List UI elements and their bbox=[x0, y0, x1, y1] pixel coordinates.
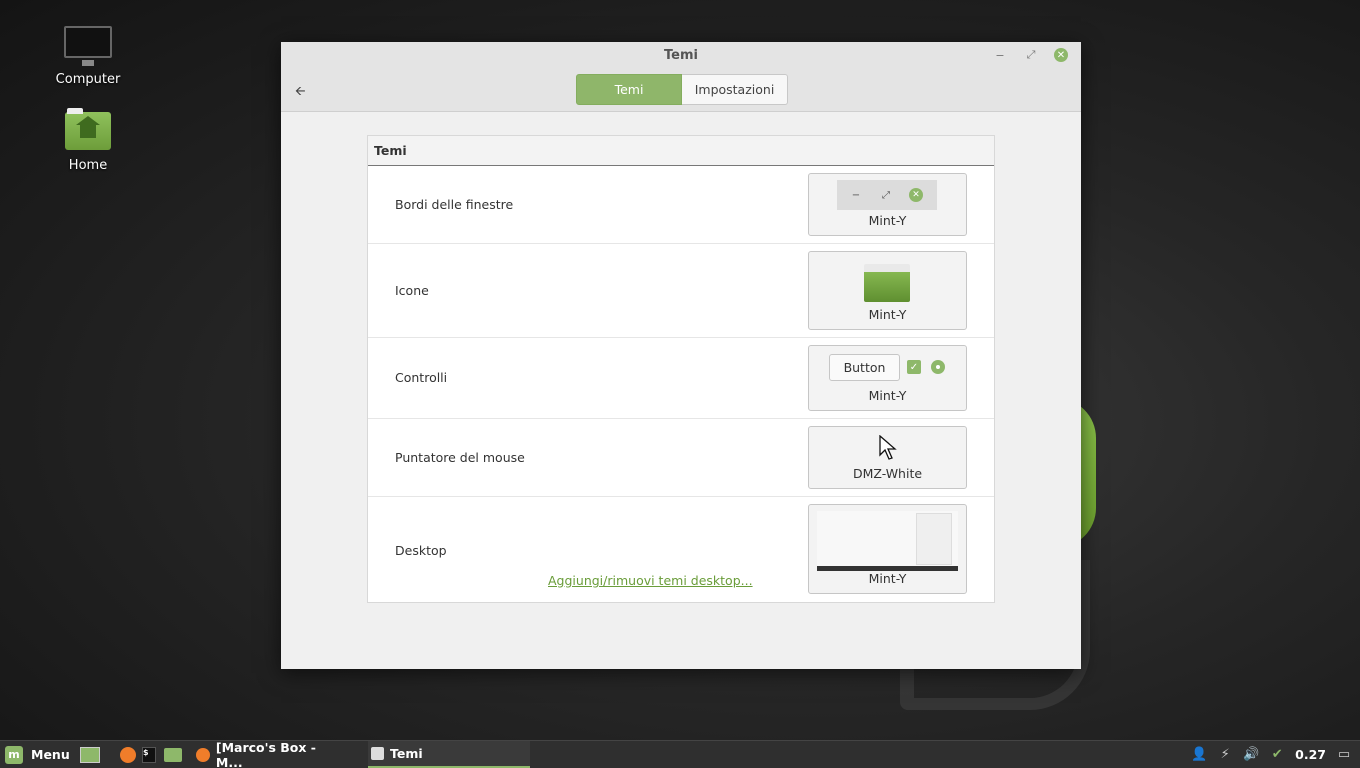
firefox-icon bbox=[196, 747, 210, 762]
row-label: Icone bbox=[395, 283, 429, 298]
theme-name: Mint-Y bbox=[868, 571, 907, 586]
row-mouse-pointer: Puntatore del mouse DMZ-White bbox=[368, 419, 994, 497]
network-icon[interactable]: ⚡ bbox=[1217, 747, 1233, 763]
maximize-icon: ⤢ bbox=[882, 189, 890, 201]
theme-name: Mint-Y bbox=[868, 307, 907, 322]
mouse-pointer-icon bbox=[879, 435, 897, 460]
checkbox-icon: ✓ bbox=[907, 360, 921, 374]
close-icon: ✕ bbox=[909, 188, 923, 202]
desktop-icon-home[interactable]: Home bbox=[38, 108, 138, 173]
calendar-preview bbox=[916, 513, 952, 565]
add-remove-desktop-themes-link[interactable]: Aggiungi/rimuovi temi desktop... bbox=[548, 573, 753, 588]
settings-icon bbox=[371, 747, 384, 760]
update-manager-icon[interactable]: ✔ bbox=[1269, 747, 1285, 763]
cursor-theme-button[interactable]: DMZ-White bbox=[808, 426, 967, 489]
desktop-preview-image bbox=[817, 511, 958, 571]
menu-label: Menu bbox=[31, 747, 70, 762]
window-button-label: Temi bbox=[390, 746, 423, 761]
show-desktop-button[interactable] bbox=[80, 741, 100, 768]
window-borders-preview: − ⤢ ✕ bbox=[837, 180, 937, 210]
tab-bar: Temi Impostazioni bbox=[576, 74, 788, 105]
folder-icon bbox=[164, 747, 182, 762]
tab-impostazioni[interactable]: Impostazioni bbox=[682, 74, 788, 105]
show-desktop-icon bbox=[80, 746, 100, 763]
system-tray: 👤 ⚡ 🔊 ✔ 0.27 ▭ bbox=[1191, 741, 1352, 768]
close-button[interactable]: ✕ bbox=[1054, 48, 1068, 62]
row-desktop: Desktop Aggiungi/rimuovi temi desktop...… bbox=[368, 497, 994, 602]
back-arrow-icon[interactable]: 🡨 bbox=[295, 82, 306, 104]
clock[interactable]: 0.27 bbox=[1295, 747, 1326, 762]
radio-icon bbox=[931, 360, 945, 374]
desktop-theme-button[interactable]: Mint-Y bbox=[808, 504, 967, 594]
row-label: Controlli bbox=[395, 370, 448, 385]
notifications-icon[interactable]: ▭ bbox=[1336, 747, 1352, 763]
minimize-button[interactable]: − bbox=[993, 48, 1007, 62]
taskbar: m Menu $ [Marco's Box - M... Temi 👤 ⚡ 🔊 … bbox=[0, 740, 1360, 768]
row-controls: Controlli Button ✓ Mint-Y bbox=[368, 338, 994, 419]
window-title: Temi bbox=[664, 48, 698, 63]
row-window-borders: Bordi delle finestre − ⤢ ✕ Mint-Y bbox=[368, 166, 994, 244]
panel-heading: Temi bbox=[368, 136, 994, 166]
terminal-icon: $ bbox=[142, 746, 156, 763]
home-folder-icon bbox=[65, 108, 111, 150]
row-label: Bordi delle finestre bbox=[395, 197, 514, 212]
user-icon[interactable]: 👤 bbox=[1191, 747, 1207, 763]
window-button-temi[interactable]: Temi bbox=[368, 741, 530, 768]
themes-panel: Temi Bordi delle finestre − ⤢ ✕ Mint-Y I… bbox=[367, 135, 995, 603]
volume-icon[interactable]: 🔊 bbox=[1243, 747, 1259, 763]
minimize-icon: − bbox=[851, 189, 861, 201]
themes-window: Temi − ⤢ ✕ 🡨 Temi Impostazioni Temi Bord… bbox=[281, 42, 1081, 669]
menu-button[interactable]: m Menu bbox=[5, 741, 70, 768]
maximize-button[interactable]: ⤢ bbox=[1024, 48, 1038, 62]
theme-name: Mint-Y bbox=[868, 213, 907, 228]
theme-name: Mint-Y bbox=[868, 388, 907, 403]
desktop-icon-label: Home bbox=[68, 158, 108, 173]
sample-button: Button bbox=[829, 354, 900, 381]
desktop-icon-label: Computer bbox=[55, 72, 121, 87]
window-button-label: [Marco's Box - M... bbox=[215, 739, 316, 768]
titlebar: Temi − ⤢ ✕ 🡨 Temi Impostazioni bbox=[281, 42, 1081, 112]
launcher-firefox[interactable] bbox=[120, 741, 136, 768]
window-borders-theme-button[interactable]: − ⤢ ✕ Mint-Y bbox=[808, 173, 967, 236]
icons-theme-button[interactable]: Mint-Y bbox=[808, 251, 967, 330]
desktop-icon-computer[interactable]: Computer bbox=[38, 26, 138, 87]
computer-icon bbox=[64, 26, 112, 66]
mint-logo-icon: m bbox=[5, 745, 23, 764]
folder-icon bbox=[864, 264, 910, 302]
theme-name: DMZ-White bbox=[852, 466, 923, 481]
row-icons: Icone Mint-Y bbox=[368, 244, 994, 338]
launcher-terminal[interactable]: $ bbox=[142, 741, 156, 768]
tab-temi[interactable]: Temi bbox=[576, 74, 682, 105]
controls-theme-button[interactable]: Button ✓ Mint-Y bbox=[808, 345, 967, 411]
window-button-firefox[interactable]: [Marco's Box - M... bbox=[196, 739, 346, 768]
row-label: Desktop bbox=[395, 543, 447, 558]
launcher-files[interactable] bbox=[164, 741, 182, 768]
firefox-icon bbox=[120, 746, 136, 763]
row-label: Puntatore del mouse bbox=[395, 450, 525, 465]
